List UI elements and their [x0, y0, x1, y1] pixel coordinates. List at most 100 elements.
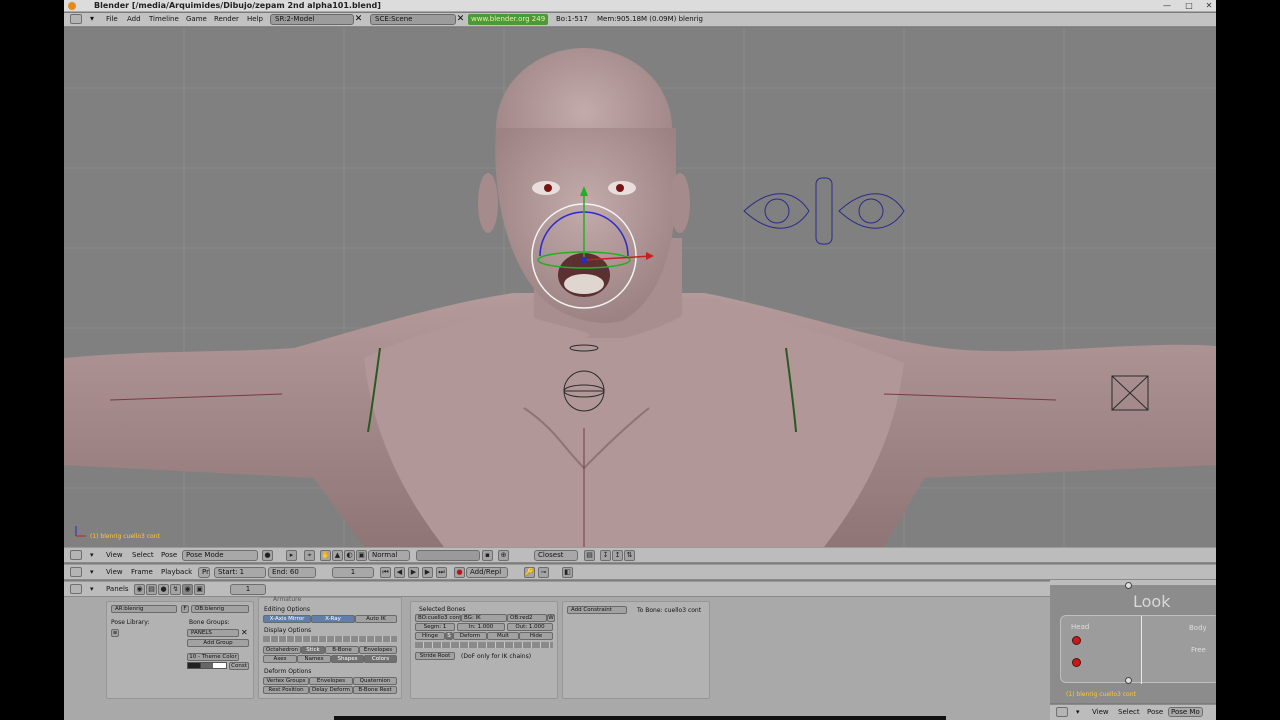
- snap-mode-selector[interactable]: Closest: [534, 550, 578, 561]
- layer-buttons[interactable]: [416, 550, 480, 561]
- collapse-icon[interactable]: ▾: [90, 551, 94, 559]
- menu-view[interactable]: View: [106, 551, 123, 559]
- menu-view[interactable]: View: [1092, 708, 1109, 716]
- stride-root-toggle[interactable]: Stride Root: [415, 652, 455, 660]
- add-group-button[interactable]: Add Group: [187, 639, 249, 647]
- paste-flipped-icon[interactable]: ⇅: [624, 550, 635, 561]
- keying-set-icon[interactable]: 🔑: [524, 567, 535, 578]
- collapse-icon[interactable]: ▾: [90, 14, 94, 23]
- maximize-icon[interactable]: □: [1184, 1, 1194, 11]
- mode-selector[interactable]: Pose Mo: [1168, 707, 1203, 717]
- armature-panel-tab[interactable]: Armature: [273, 596, 301, 603]
- segments-field[interactable]: Segm: 1: [415, 623, 455, 631]
- menu-timeline[interactable]: Timeline: [149, 15, 179, 23]
- record-icon[interactable]: ●: [454, 567, 465, 578]
- octahedron-button[interactable]: Octahedron: [263, 646, 301, 654]
- translate-icon[interactable]: ▲: [332, 550, 343, 561]
- stick-button[interactable]: Stick: [301, 646, 325, 654]
- mode-selector[interactable]: Pose Mode: [182, 550, 258, 561]
- custom-color-const[interactable]: Const: [229, 662, 249, 670]
- screen-delete-icon[interactable]: ✕: [353, 14, 364, 25]
- snap-icon[interactable]: ⊕: [498, 550, 509, 561]
- theme-color-swatches[interactable]: [187, 662, 227, 669]
- panels-menu[interactable]: Panels: [106, 585, 129, 593]
- bone-layer-buttons[interactable]: [263, 636, 397, 642]
- menu-pose[interactable]: Pose: [1147, 708, 1163, 716]
- add-constraint-button[interactable]: Add Constraint: [567, 606, 627, 614]
- ease-in-field[interactable]: In: 1.000: [457, 623, 505, 631]
- fake-user-toggle[interactable]: F: [181, 605, 189, 613]
- mult-toggle[interactable]: Mult: [487, 632, 519, 640]
- screen-selector[interactable]: SR:2-Model: [270, 14, 354, 25]
- colors-toggle[interactable]: Colors: [364, 655, 397, 663]
- close-icon[interactable]: ✕: [1204, 1, 1214, 11]
- lock-icon[interactable]: ▪: [482, 550, 493, 561]
- scene-selector[interactable]: SCE:Scene: [370, 14, 456, 25]
- prev-key-icon[interactable]: ◀: [394, 567, 405, 578]
- rest-position-toggle[interactable]: Rest Position: [263, 686, 309, 694]
- editor-type-icon[interactable]: [70, 584, 82, 594]
- deform-toggle[interactable]: Deform: [453, 632, 487, 640]
- auto-ik-toggle[interactable]: Auto IK: [355, 615, 397, 623]
- editor-type-icon[interactable]: [70, 550, 82, 560]
- shading-context-icon[interactable]: ●: [158, 584, 169, 595]
- bone-group-field[interactable]: BG: IK: [461, 614, 507, 622]
- menu-help[interactable]: Help: [247, 15, 263, 23]
- menu-frame[interactable]: Frame: [131, 568, 153, 576]
- preview-range-toggle[interactable]: Pr: [198, 567, 210, 578]
- menu-render[interactable]: Render: [214, 15, 239, 23]
- keying-mode-selector[interactable]: Add/Repl: [466, 567, 508, 578]
- slider-bottom-knob[interactable]: [1125, 677, 1132, 684]
- key-insert-icon[interactable]: ⊸: [538, 567, 549, 578]
- bbone-button[interactable]: B-Bone: [325, 646, 359, 654]
- collapse-icon[interactable]: ▾: [90, 568, 94, 576]
- object-name-field[interactable]: OB:blenrig: [191, 605, 249, 613]
- envelopes-button[interactable]: Envelopes: [359, 646, 397, 654]
- menu-add[interactable]: Add: [127, 15, 141, 23]
- x-axis-mirror-toggle[interactable]: X-Axis Mirror: [263, 615, 311, 623]
- pivot-icon[interactable]: ▸: [286, 550, 297, 561]
- hinge-toggle[interactable]: Hinge: [415, 632, 445, 640]
- logic-context-icon[interactable]: ◉: [134, 584, 145, 595]
- editing-context-icon[interactable]: ◉: [182, 584, 193, 595]
- start-frame-field[interactable]: Start: 1: [214, 567, 266, 578]
- menu-select[interactable]: Select: [1118, 708, 1140, 716]
- hide-toggle[interactable]: Hide: [519, 632, 553, 640]
- end-frame-field[interactable]: End: 60: [268, 567, 316, 578]
- bone-object-clear[interactable]: W: [547, 614, 555, 622]
- copy-pose-icon[interactable]: ↧: [600, 550, 611, 561]
- scale-toggle[interactable]: S: [445, 632, 453, 640]
- rotate-icon[interactable]: ◐: [344, 550, 355, 561]
- render-icon[interactable]: ▤: [584, 550, 595, 561]
- bone-group-name[interactable]: PANELS: [187, 629, 239, 637]
- panel-frame-field[interactable]: 1: [230, 584, 266, 595]
- collapse-icon[interactable]: ▾: [90, 585, 94, 593]
- object-context-icon[interactable]: ↯: [170, 584, 181, 595]
- manipulator-icon[interactable]: ⌖: [304, 550, 315, 561]
- orientation-selector[interactable]: Normal: [368, 550, 410, 561]
- menu-pose[interactable]: Pose: [161, 551, 177, 559]
- sync-icon[interactable]: ◧: [562, 567, 573, 578]
- jump-end-icon[interactable]: ⏭: [436, 567, 447, 578]
- ease-out-field[interactable]: Out: 1.000: [507, 623, 553, 631]
- delay-deform-toggle[interactable]: Delay Deform: [309, 686, 353, 694]
- paste-pose-icon[interactable]: ↥: [612, 550, 623, 561]
- bone-layer-buttons[interactable]: [415, 642, 553, 648]
- menu-game[interactable]: Game: [186, 15, 207, 23]
- draw-type-icon[interactable]: ●: [262, 550, 273, 561]
- current-frame-field[interactable]: 1: [332, 567, 374, 578]
- collapse-icon[interactable]: ▾: [1076, 708, 1080, 716]
- menu-view[interactable]: View: [106, 568, 123, 576]
- quaternion-toggle[interactable]: Quaternion: [353, 677, 397, 685]
- theme-color-selector[interactable]: 10 - Theme Color: [187, 653, 239, 661]
- free-target-dot[interactable]: [1072, 658, 1081, 667]
- scene-delete-icon[interactable]: ✕: [455, 14, 466, 25]
- jump-start-icon[interactable]: ⏮: [380, 567, 391, 578]
- axes-toggle[interactable]: Axes: [263, 655, 297, 663]
- editor-type-icon[interactable]: [1056, 707, 1068, 717]
- x-ray-toggle[interactable]: X-Ray: [311, 615, 355, 623]
- menu-select[interactable]: Select: [132, 551, 154, 559]
- play-icon[interactable]: ▶: [408, 567, 419, 578]
- menu-file[interactable]: File: [106, 15, 118, 23]
- envelopes-toggle[interactable]: Envelopes: [309, 677, 353, 685]
